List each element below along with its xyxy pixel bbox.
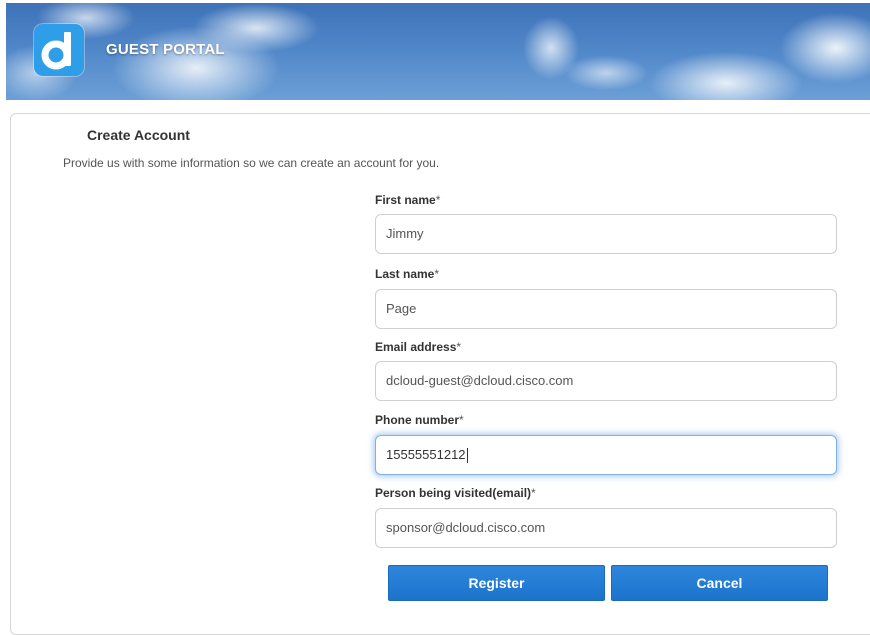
register-button[interactable]: Register — [388, 565, 605, 601]
required-marker: * — [434, 267, 440, 281]
cancel-button[interactable]: Cancel — [611, 565, 828, 601]
required-marker: * — [531, 486, 536, 500]
person-visited-value: sponsor@dcloud.cisco.com — [386, 520, 546, 535]
phone-number-label: Phone number* — [375, 413, 464, 427]
last-name-input[interactable]: Page — [375, 289, 837, 329]
portal-title: GUEST PORTAL — [106, 41, 225, 58]
phone-number-value: 15555551212 — [386, 447, 466, 462]
required-marker: * — [459, 413, 464, 427]
header-banner: GUEST PORTAL — [6, 3, 870, 100]
person-visited-label: Person being visited(email)* — [375, 486, 536, 500]
required-marker: * — [435, 193, 441, 207]
dcloud-logo-icon — [34, 24, 84, 76]
email-address-input[interactable]: dcloud-guest@dcloud.cisco.com — [375, 361, 837, 401]
email-address-value: dcloud-guest@dcloud.cisco.com — [386, 373, 574, 388]
required-marker: * — [456, 340, 462, 354]
text-caret — [466, 448, 468, 464]
first-name-label: First name* — [375, 193, 440, 207]
first-name-label-text: First name — [375, 193, 436, 207]
page-description: Provide us with some information so we c… — [63, 156, 440, 170]
last-name-label: Last name* — [375, 267, 439, 281]
person-visited-email-input[interactable]: sponsor@dcloud.cisco.com — [375, 508, 837, 548]
last-name-value: Page — [386, 301, 417, 316]
page-title: Create Account — [87, 127, 190, 143]
first-name-value: Jimmy — [386, 226, 424, 241]
person-visited-label-text: Person being visited(email) — [375, 486, 532, 500]
phone-number-label-text: Phone number — [375, 413, 460, 427]
email-address-label-text: Email address — [375, 340, 457, 354]
phone-number-input[interactable]: 15555551212 — [375, 435, 837, 475]
last-name-label-text: Last name — [375, 267, 435, 281]
first-name-input[interactable]: Jimmy — [375, 214, 837, 254]
email-address-label: Email address* — [375, 340, 461, 354]
